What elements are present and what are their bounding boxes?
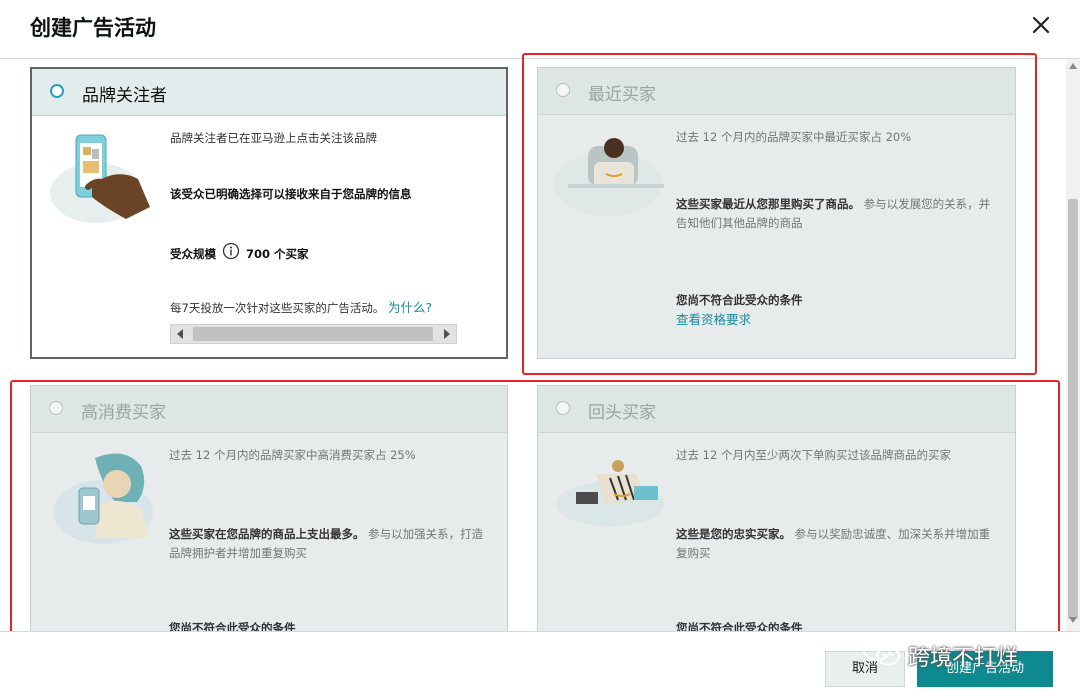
card-header: 回头买家 <box>538 386 1015 433</box>
frequency-note: 每7天投放一次针对这些买家的广告活动。 为什么? <box>170 298 484 318</box>
close-icon[interactable] <box>1026 10 1056 40</box>
audience-card-high-spend-buyers[interactable]: 高消费买家 过去 12 个月内的品牌买家中高消费买家占 25% 这些买家在您品牌… <box>30 385 508 631</box>
scroll-thumb[interactable] <box>193 327 433 341</box>
radio-recent-buyers[interactable] <box>556 83 570 97</box>
card-highlight: 该受众已明确选择可以接收来自于您品牌的信息 <box>170 187 412 201</box>
audience-size-value: 700 个买家 <box>246 246 309 261</box>
card-description: 这些是您的忠实买家。 参与以奖励忠诚度、加深关系并增加重复购买 <box>676 525 993 563</box>
card-body: 品牌关注者已在亚马逊上点击关注该品牌 该受众已明确选择可以接收来自于您品牌的信息… <box>170 129 484 318</box>
phone-follow-illustration <box>46 127 162 227</box>
audience-size: 受众规模 700 个买家 <box>170 242 484 266</box>
scroll-right-icon[interactable] <box>444 329 450 339</box>
audience-card-brand-followers[interactable]: 品牌关注者 品牌关注者已在亚马逊上点击关注该品牌 该受众已明确选择可以接收来自于… <box>30 67 508 359</box>
card-header: 高消费买家 <box>31 386 507 433</box>
card-description: 品牌关注者已在亚马逊上点击关注该品牌 <box>170 131 377 145</box>
card-body: 过去 12 个月内至少两次下单购买过该品牌商品的买家 这些是您的忠实买家。 参与… <box>676 446 993 631</box>
ineligible-note: 您尚不符合此受众的条件 <box>676 293 803 307</box>
card-title: 最近买家 <box>588 85 656 105</box>
vertical-scrollbar[interactable] <box>1066 59 1080 631</box>
watermark-text: 跨境不打烊 <box>908 646 1019 671</box>
card-body: 过去 12 个月内的品牌买家中最近买家占 20% 这些买家最近从您那里购买了商品… <box>676 128 993 329</box>
scroll-up-icon[interactable] <box>1069 63 1077 69</box>
ineligible-note: 您尚不符合此受众的条件 <box>676 621 803 631</box>
view-requirements-link[interactable]: 查看资格要求 <box>676 310 993 329</box>
watermark: 跨境不打烊 <box>862 636 1018 676</box>
radio-repeat-buyers[interactable] <box>556 401 570 415</box>
dialog-title: 创建广告活动 <box>30 16 156 40</box>
card-header: 品牌关注者 <box>32 69 506 116</box>
person-box-illustration <box>552 126 668 226</box>
info-icon[interactable] <box>222 242 240 266</box>
card-description-bold: 这些是您的忠实买家。 <box>676 527 791 541</box>
scroll-left-icon[interactable] <box>177 329 183 339</box>
horizontal-scrollbar[interactable] <box>170 324 457 344</box>
card-stat: 过去 12 个月内至少两次下单购买过该品牌商品的买家 <box>676 448 951 462</box>
scroll-down-icon[interactable] <box>1069 617 1077 623</box>
card-description-bold: 这些买家在您品牌的商品上支出最多。 <box>169 527 365 541</box>
wechat-icon <box>862 637 902 675</box>
dialog-footer: 取消 创建广告活动 跨境不打烊 <box>0 631 1080 697</box>
card-header: 最近买家 <box>538 68 1015 115</box>
card-description: 这些买家最近从您那里购买了商品。 参与以发展您的关系，并告知他们其他品牌的商品 <box>676 195 993 233</box>
why-link[interactable]: 为什么? <box>388 300 432 315</box>
card-body: 过去 12 个月内的品牌买家中高消费买家占 25% 这些买家在您品牌的商品上支出… <box>169 446 485 631</box>
card-stat: 过去 12 个月内的品牌买家中高消费买家占 25% <box>169 448 416 462</box>
ineligible-note: 您尚不符合此受众的条件 <box>169 621 296 631</box>
card-description-bold: 这些买家最近从您那里购买了商品。 <box>676 197 860 211</box>
card-title: 高消费买家 <box>81 403 166 423</box>
audience-card-recent-buyers[interactable]: 最近买家 过去 12 个月内的品牌买家中最近买家占 20% 这些买家最近从您那里… <box>537 67 1016 359</box>
card-stat: 过去 12 个月内的品牌买家中最近买家占 20% <box>676 130 912 144</box>
audience-options: 品牌关注者 品牌关注者已在亚马逊上点击关注该品牌 该受众已明确选择可以接收来自于… <box>0 59 1066 631</box>
dialog-header: 创建广告活动 <box>0 0 1080 59</box>
boxes-illustration <box>552 444 668 544</box>
audience-size-label: 受众规模 <box>170 246 216 261</box>
radio-brand-followers[interactable] <box>50 84 64 98</box>
card-title: 回头买家 <box>588 403 656 423</box>
audience-card-repeat-buyers[interactable]: 回头买家 过去 12 个月内至少两次下单购买过该品牌商品的买家 这些是您的忠实买… <box>537 385 1016 631</box>
frequency-note-text: 每7天投放一次针对这些买家的广告活动。 <box>170 301 385 315</box>
radio-high-spend-buyers[interactable] <box>49 401 63 415</box>
card-title: 品牌关注者 <box>82 86 167 106</box>
woman-phone-illustration <box>45 442 161 544</box>
card-description: 这些买家在您品牌的商品上支出最多。 参与以加强关系，打造品牌拥护者并增加重复购买 <box>169 525 485 563</box>
scroll-thumb[interactable] <box>1068 199 1078 619</box>
